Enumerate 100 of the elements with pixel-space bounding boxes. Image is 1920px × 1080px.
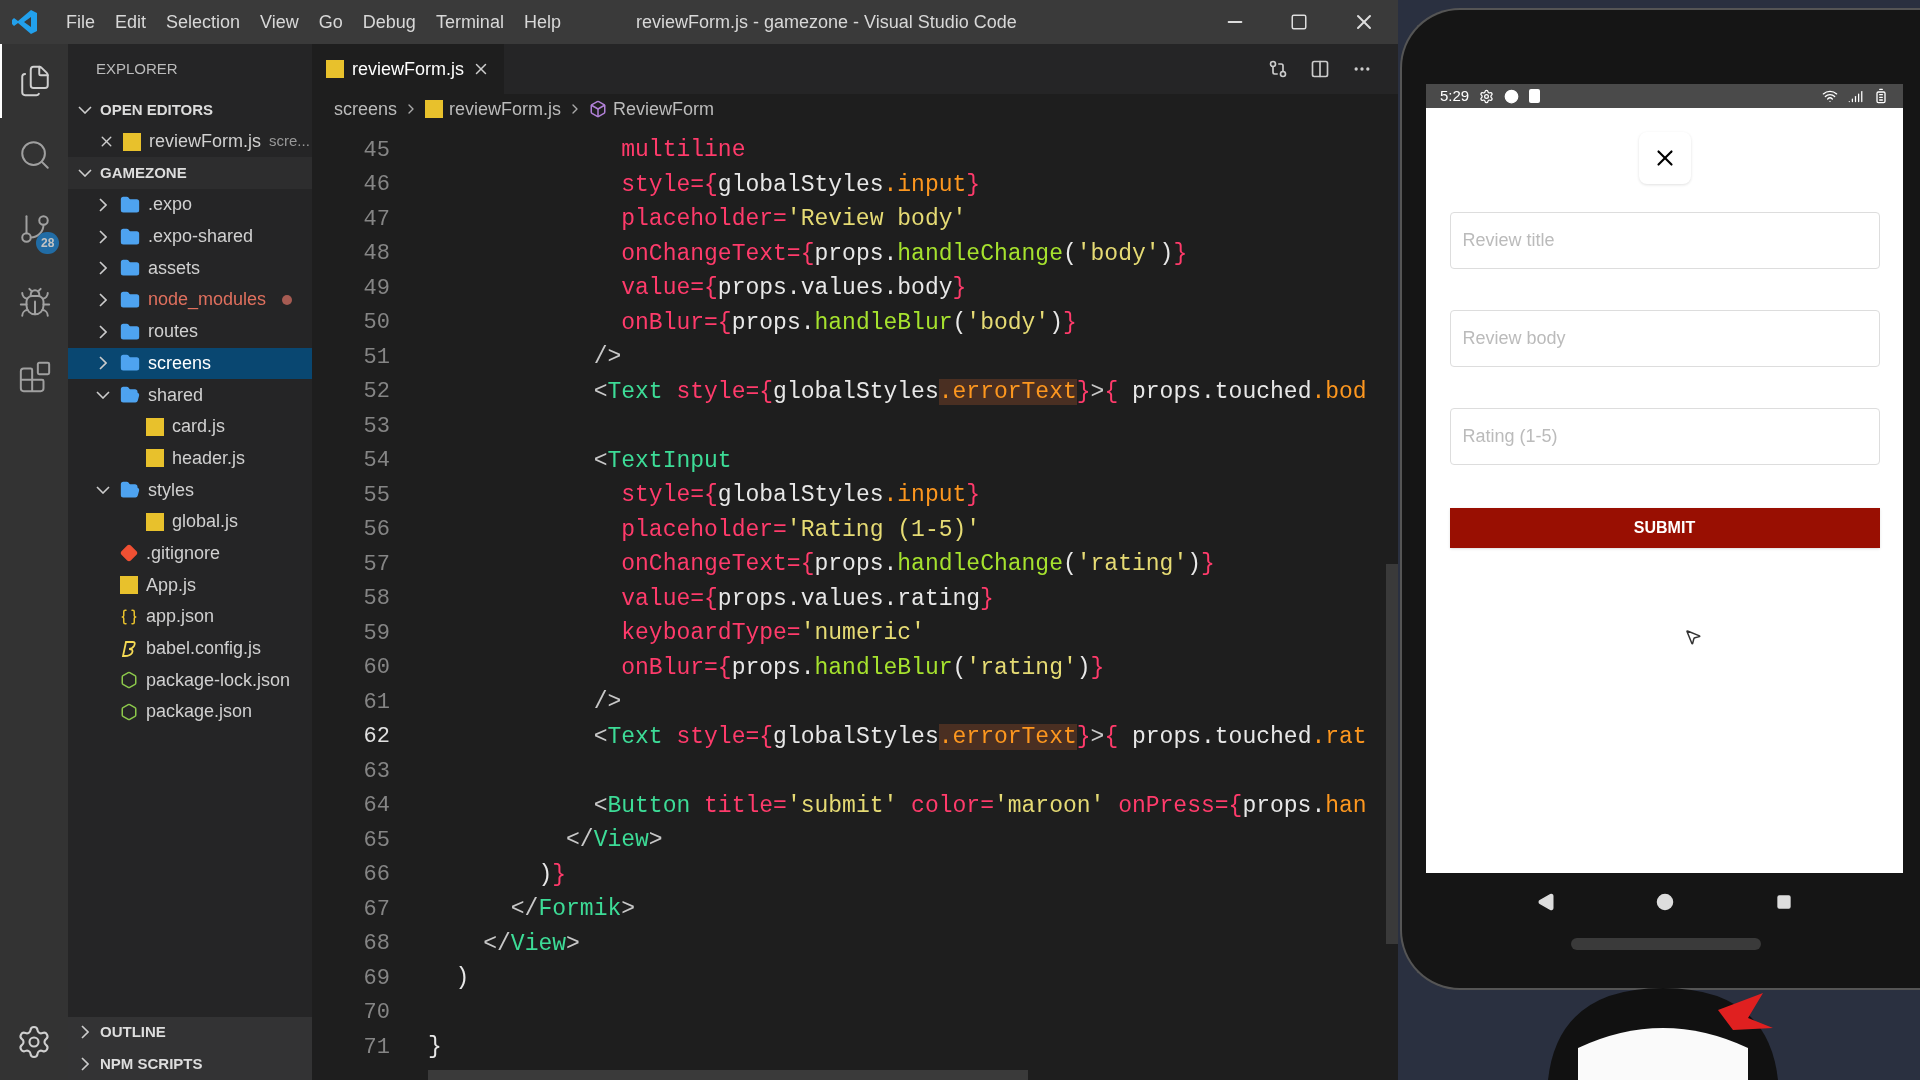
- line-number: 62: [362, 723, 391, 752]
- recents-icon[interactable]: [1776, 893, 1793, 910]
- code-line: multiline: [620, 136, 746, 165]
- compare-icon[interactable]: [1268, 59, 1288, 79]
- code-line: </Formik>: [509, 895, 636, 924]
- text-field[interactable]: Review title: [1449, 212, 1880, 269]
- status-time: 5:29: [1440, 85, 1470, 106]
- chevron-icon: [81, 1057, 89, 1072]
- code-line: onChangeText={props.handleChange('rating')}: [620, 550, 1215, 579]
- tree-item[interactable]: node_modules: [68, 284, 312, 316]
- line-number: 60: [362, 654, 391, 683]
- chevron-icon: [99, 261, 107, 276]
- tree-item[interactable]: babel.config.js: [68, 632, 312, 665]
- line-number: 64: [362, 792, 391, 821]
- menu-item[interactable]: Terminal: [425, 8, 514, 36]
- code-line: placeholder='Review body': [620, 205, 967, 234]
- text-field[interactable]: Rating (1-5): [1449, 408, 1880, 465]
- chevron-icon: [99, 356, 107, 371]
- bug-icon[interactable]: [18, 286, 52, 320]
- line-number: 50: [362, 309, 391, 338]
- open-editor-item[interactable]: reviewForm.js scre...: [68, 125, 312, 158]
- files-icon[interactable]: [18, 64, 52, 98]
- tree-item[interactable]: app.json: [68, 601, 312, 633]
- menu-item[interactable]: Debug: [352, 8, 426, 36]
- menu-item[interactable]: Selection: [156, 8, 251, 36]
- search-icon[interactable]: [18, 138, 52, 172]
- folder-icon: [120, 258, 140, 279]
- file-path: scre...: [269, 131, 310, 152]
- line-number: 67: [362, 895, 391, 924]
- code-line: )}: [537, 860, 567, 890]
- line-number: 56: [362, 516, 391, 545]
- tree-item[interactable]: assets: [68, 252, 312, 285]
- menu-item[interactable]: File: [56, 8, 105, 36]
- section-header[interactable]: OUTLINE: [68, 1016, 312, 1049]
- diamond-icon: [120, 544, 138, 563]
- js-file-icon: [326, 60, 344, 78]
- chevron-icon: [99, 292, 107, 307]
- code-line: keyboardType='numeric': [620, 619, 925, 648]
- breadcrumb[interactable]: screens: [334, 95, 398, 123]
- maximize-icon[interactable]: [1290, 13, 1308, 31]
- code-line: />: [592, 688, 622, 717]
- wifi-icon: [1822, 88, 1838, 104]
- tree-item[interactable]: .expo: [68, 189, 312, 221]
- braces-icon: [120, 607, 138, 626]
- tree-item[interactable]: package.json: [68, 696, 312, 728]
- blocks-icon[interactable]: [18, 360, 52, 394]
- menu-item[interactable]: Help: [513, 8, 571, 36]
- branch-icon[interactable]: [18, 212, 52, 246]
- menu-item[interactable]: Edit: [105, 8, 157, 36]
- js-file-icon: [146, 449, 164, 468]
- code-line: onBlur={props.handleBlur('rating')}: [620, 653, 1105, 683]
- tree-item[interactable]: package-lock.json: [68, 664, 312, 697]
- line-number: 53: [362, 412, 391, 441]
- code-line: onBlur={props.handleBlur('body')}: [620, 308, 1077, 338]
- code-line: }: [428, 1033, 442, 1062]
- breadcrumb[interactable]: ReviewForm: [613, 95, 715, 123]
- text-field[interactable]: Review body: [1449, 310, 1880, 367]
- code-line: onChangeText={props.handleChange('body')}: [620, 239, 1188, 269]
- section-header[interactable]: NPM SCRIPTS: [68, 1048, 312, 1080]
- split-editor-icon[interactable]: [1310, 59, 1330, 79]
- code-line: <Text style={globalStyles.errorText}>{ props.touched.bod: [592, 377, 1367, 407]
- tree-item[interactable]: routes: [68, 315, 312, 348]
- tree-item[interactable]: header.js: [68, 442, 312, 475]
- submit-button[interactable]: SUBMIT: [1449, 508, 1880, 548]
- section-header[interactable]: GAMEZONE: [68, 157, 312, 190]
- tree-item[interactable]: global.js: [68, 505, 312, 538]
- line-number: 66: [362, 861, 391, 890]
- folder-icon: [120, 321, 140, 342]
- back-icon[interactable]: [1536, 892, 1555, 911]
- line-number: 49: [362, 274, 391, 303]
- section-header[interactable]: OPEN EDITORS: [68, 94, 312, 126]
- vertical-scrollbar[interactable]: [1386, 564, 1398, 944]
- chevron-icon: [81, 1025, 89, 1040]
- cursor-icon: [1683, 628, 1702, 646]
- js-file-icon: [120, 576, 138, 595]
- close-button[interactable]: [1638, 132, 1691, 184]
- tree-item[interactable]: shared: [68, 379, 312, 411]
- js-file-icon: [146, 417, 164, 436]
- tree-item[interactable]: App.js: [68, 569, 312, 601]
- count-badge: 28: [36, 232, 60, 254]
- editor-tab[interactable]: reviewForm.js: [312, 44, 504, 94]
- code-line: value={props.values.body}: [620, 274, 967, 303]
- menu-item[interactable]: View: [250, 8, 309, 36]
- home-icon[interactable]: [1656, 892, 1675, 911]
- chevron-icon: [78, 169, 92, 178]
- settings-icon[interactable]: [16, 1024, 52, 1060]
- line-number: 59: [362, 619, 391, 648]
- file-name: reviewForm.js: [149, 130, 261, 154]
- horizontal-scrollbar[interactable]: [428, 1070, 1028, 1080]
- line-number: 71: [362, 1033, 391, 1062]
- tree-item[interactable]: screens: [68, 347, 312, 380]
- breadcrumb[interactable]: reviewForm.js: [449, 95, 562, 123]
- menu-item[interactable]: Go: [308, 8, 353, 36]
- code-line: <Button title='submit' color='maroon' onPress={props.han: [592, 791, 1367, 821]
- tree-item[interactable]: .expo-shared: [68, 220, 312, 253]
- tree-item[interactable]: .gitignore: [68, 537, 312, 570]
- code-line: <TextInput: [592, 446, 732, 476]
- b-letter-icon: [120, 639, 138, 658]
- tree-item[interactable]: styles: [68, 474, 312, 506]
- tree-item[interactable]: card.js: [68, 410, 312, 443]
